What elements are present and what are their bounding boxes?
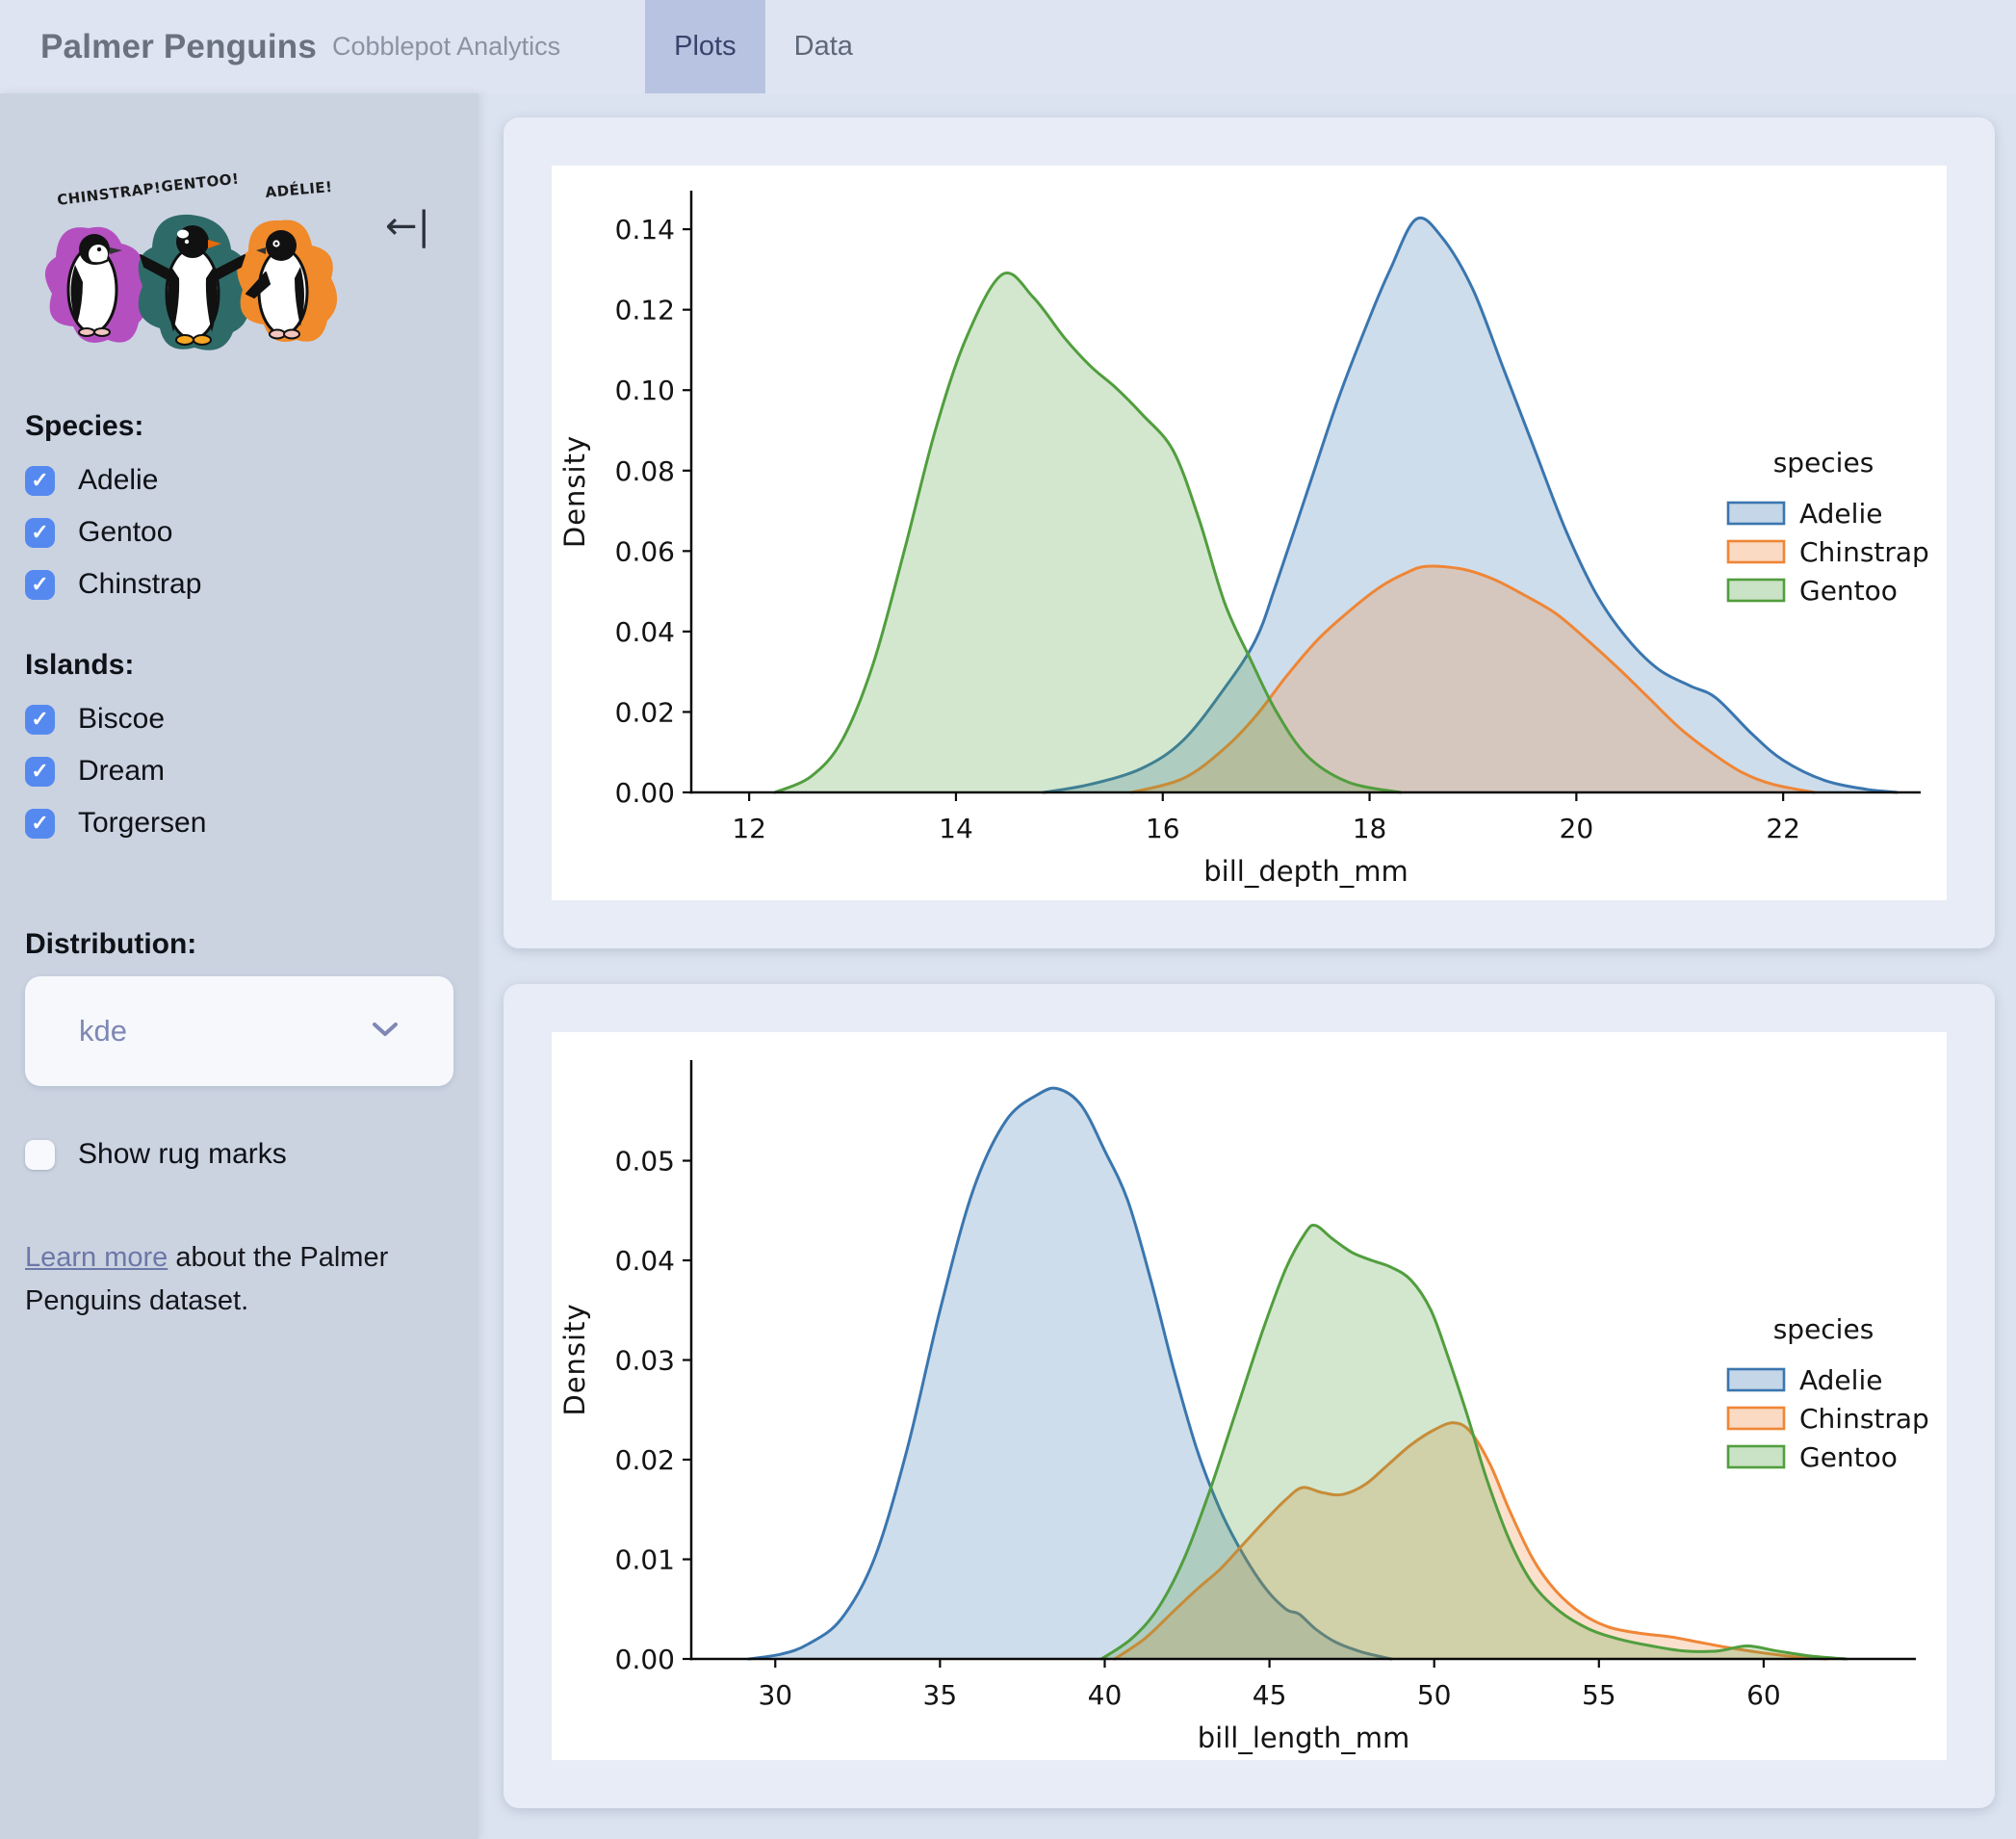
- svg-text:14: 14: [939, 813, 973, 844]
- svg-text:60: 60: [1746, 1679, 1781, 1711]
- svg-text:0.04: 0.04: [615, 1245, 675, 1277]
- checkbox-icon[interactable]: [25, 517, 55, 548]
- learn-more-text: Learn more about the Palmer Penguins dat…: [25, 1236, 460, 1323]
- checkbox-icon[interactable]: [25, 756, 55, 787]
- checkbox-label: Show rug marks: [78, 1138, 287, 1170]
- svg-text:Density: Density: [558, 435, 591, 548]
- svg-text:Gentoo: Gentoo: [1799, 1441, 1898, 1473]
- svg-text:0.01: 0.01: [615, 1544, 675, 1576]
- svg-text:20: 20: [1560, 813, 1594, 844]
- svg-text:12: 12: [732, 813, 766, 844]
- svg-text:35: 35: [923, 1679, 958, 1711]
- svg-text:Chinstrap: Chinstrap: [1799, 536, 1929, 568]
- svg-text:0.14: 0.14: [615, 214, 675, 246]
- svg-text:16: 16: [1146, 813, 1180, 844]
- app-header: Palmer Penguins Cobblepot Analytics Plot…: [0, 0, 2016, 93]
- svg-text:0.12: 0.12: [615, 295, 675, 326]
- checkbox-icon[interactable]: [25, 569, 55, 600]
- app-subtitle: Cobblepot Analytics: [331, 32, 561, 61]
- svg-text:Density: Density: [558, 1303, 591, 1415]
- chinstrap-label: CHINSTRAP!: [56, 179, 162, 209]
- distribution-select-value: kde: [79, 1014, 127, 1048]
- sidebar: ←| CHINSTRAP! GENTOO! ADÉLIE! Species: ✓…: [0, 93, 478, 1839]
- svg-text:0.10: 0.10: [615, 375, 675, 406]
- checkbox-label: Dream: [78, 755, 166, 787]
- svg-text:bill_length_mm: bill_length_mm: [1198, 1722, 1410, 1754]
- checkbox-icon[interactable]: [25, 704, 55, 735]
- main-content: 12 14 16 18 20 22 0.00 0.02 0.04 0.06 0.08 0.10 0.12…: [478, 93, 2016, 1839]
- svg-text:0.00: 0.00: [615, 1644, 675, 1675]
- svg-text:40: 40: [1088, 1679, 1123, 1711]
- tab-data[interactable]: Data: [765, 0, 882, 93]
- species-checkbox-gentoo[interactable]: Gentoo: [25, 506, 453, 558]
- sidebar-collapse-icon[interactable]: ←|: [385, 207, 430, 246]
- svg-text:0.02: 0.02: [615, 1444, 675, 1476]
- checkbox-icon[interactable]: [25, 1139, 55, 1170]
- app-title: Palmer Penguins: [40, 27, 317, 65]
- bill-depth-chart: 12 14 16 18 20 22 0.00 0.02 0.04 0.06 0.08 0.10 0.12…: [552, 166, 1947, 900]
- svg-text:0.04: 0.04: [615, 616, 675, 648]
- species-checkbox-chinstrap[interactable]: Chinstrap: [25, 558, 453, 610]
- svg-text:55: 55: [1582, 1679, 1616, 1711]
- islands-section-label: Islands:: [25, 649, 135, 681]
- svg-text:0.00: 0.00: [615, 777, 675, 809]
- checkbox-label: Chinstrap: [78, 568, 202, 600]
- svg-text:0.03: 0.03: [615, 1345, 675, 1377]
- checkbox-icon[interactable]: [25, 808, 55, 839]
- svg-text:species: species: [1773, 1313, 1874, 1345]
- tab-plots[interactable]: Plots: [645, 0, 765, 93]
- svg-text:50: 50: [1417, 1679, 1452, 1711]
- svg-text:0.06: 0.06: [615, 535, 675, 567]
- gentoo-label: GENTOO!: [161, 170, 241, 195]
- svg-text:0.02: 0.02: [615, 696, 675, 728]
- rug-marks-checkbox[interactable]: Show rug marks: [25, 1128, 453, 1180]
- distribution-select[interactable]: kde: [25, 976, 453, 1086]
- bill-length-chart: 30 35 40 45 50 55 60 0.00 0.01 0.02 0.03 0.04 0.05 bi…: [552, 1032, 1947, 1760]
- bill-length-card: 30 35 40 45 50 55 60 0.00 0.01 0.02 0.03 0.04 0.05 bi…: [504, 984, 1995, 1808]
- islands-checkbox-dream[interactable]: Dream: [25, 745, 453, 797]
- svg-text:30: 30: [758, 1679, 792, 1711]
- chevron-down-icon: [371, 1021, 400, 1043]
- species-section-label: Species:: [25, 410, 144, 442]
- svg-text:Chinstrap: Chinstrap: [1799, 1403, 1929, 1435]
- bill-depth-card: 12 14 16 18 20 22 0.00 0.02 0.04 0.06 0.08 0.10 0.12…: [504, 117, 1995, 948]
- svg-text:18: 18: [1353, 813, 1387, 844]
- svg-text:Adelie: Adelie: [1799, 498, 1882, 530]
- checkbox-label: Biscoe: [78, 703, 166, 735]
- checkbox-label: Torgersen: [78, 807, 207, 839]
- species-checkbox-adelie[interactable]: Adelie: [25, 454, 453, 506]
- svg-text:0.05: 0.05: [615, 1146, 675, 1178]
- islands-checkbox-torgersen[interactable]: Torgersen: [25, 797, 453, 849]
- checkbox-label: Gentoo: [78, 516, 173, 548]
- distribution-label: Distribution:: [25, 928, 197, 960]
- penguins-artwork: CHINSTRAP! GENTOO! ADÉLIE!: [44, 170, 338, 350]
- checkbox-icon[interactable]: [25, 465, 55, 496]
- svg-text:Gentoo: Gentoo: [1799, 575, 1898, 607]
- svg-text:0.08: 0.08: [615, 455, 675, 487]
- svg-text:species: species: [1773, 447, 1874, 479]
- svg-text:45: 45: [1253, 1679, 1287, 1711]
- islands-checkbox-biscoe[interactable]: Biscoe: [25, 693, 453, 745]
- adelie-label: ADÉLIE!: [265, 177, 333, 201]
- svg-text:22: 22: [1766, 813, 1800, 844]
- checkbox-label: Adelie: [78, 464, 159, 496]
- nav-tabs: Plots Data: [645, 0, 882, 93]
- learn-more-link[interactable]: Learn more: [25, 1242, 168, 1273]
- svg-text:Adelie: Adelie: [1799, 1364, 1882, 1396]
- svg-text:bill_depth_mm: bill_depth_mm: [1203, 855, 1409, 888]
